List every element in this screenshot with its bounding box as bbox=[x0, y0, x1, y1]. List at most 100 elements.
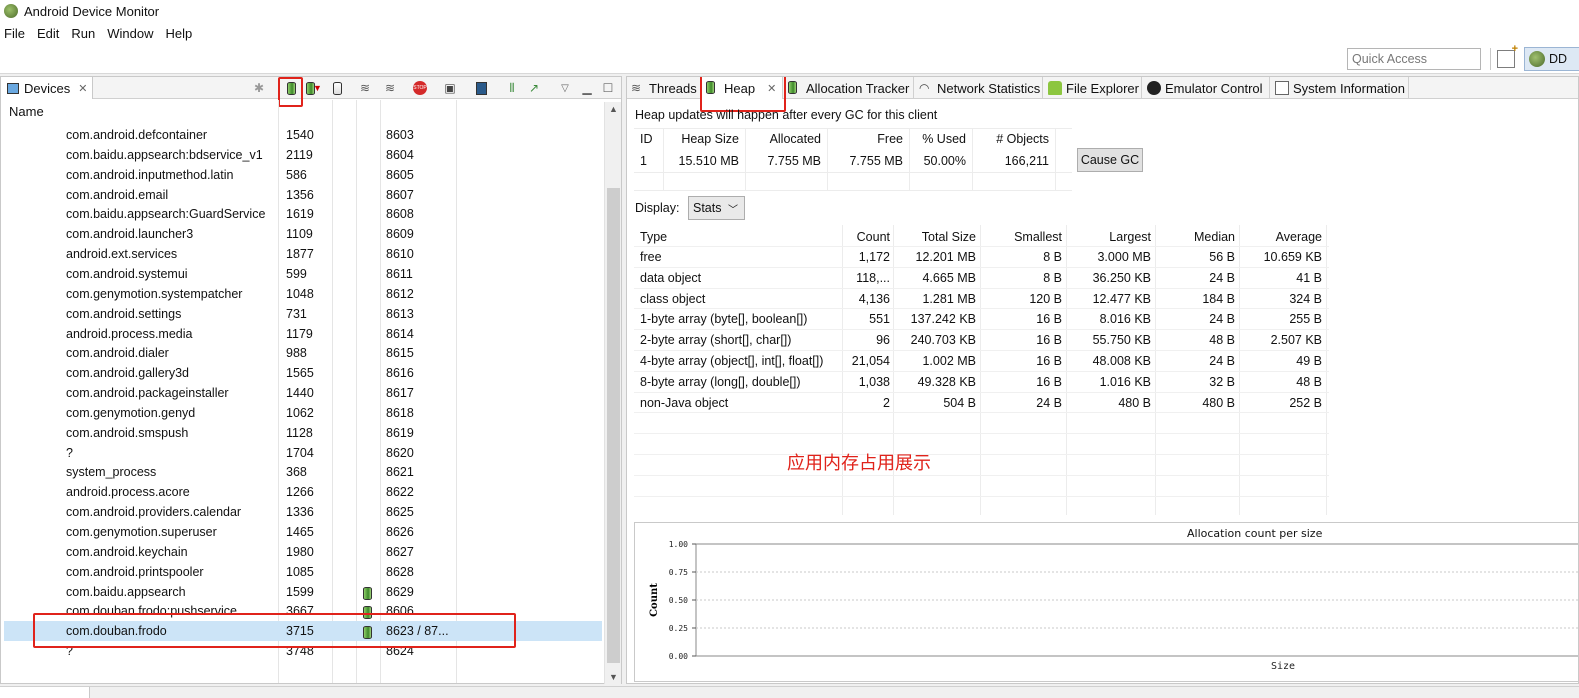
device-row[interactable]: com.android.systemui 599 8611 bbox=[4, 264, 602, 284]
device-process-port: 8627 bbox=[386, 544, 414, 559]
device-process-name: com.baidu.appsearch:GuardService bbox=[66, 207, 266, 222]
tab-network-statistics[interactable]: ◠ Network Statistics bbox=[915, 77, 1043, 99]
device-row[interactable]: com.genymotion.superuser 1465 8626 bbox=[4, 522, 602, 542]
scroll-up-icon[interactable]: ▲ bbox=[609, 104, 618, 114]
opengl-trace-icon[interactable]: ↗ bbox=[526, 80, 542, 96]
device-row[interactable]: com.baidu.appsearch:bdservice_v1 2119 8604 bbox=[4, 145, 602, 165]
device-row[interactable]: android.process.media 1179 8614 bbox=[4, 324, 602, 344]
tab-emulator-control[interactable]: Emulator Control bbox=[1143, 77, 1270, 99]
scrollbar-thumb[interactable] bbox=[607, 188, 620, 663]
maximize-icon[interactable]: ☐ bbox=[600, 80, 616, 96]
stats-row[interactable]: non-Java object 2 504 B 24 B 480 B 480 B 252 B bbox=[634, 392, 1329, 413]
stats-col-largest[interactable]: Largest bbox=[1109, 230, 1151, 244]
stats-total-size: 1.002 MB bbox=[922, 354, 976, 368]
device-process-port: 8604 bbox=[386, 147, 414, 162]
selected-app-highlight bbox=[33, 613, 516, 648]
ddms-perspective-button[interactable]: DD bbox=[1524, 47, 1579, 71]
device-row[interactable]: com.genymotion.genyd 1062 8618 bbox=[4, 403, 602, 423]
open-perspective-icon[interactable] bbox=[1497, 43, 1518, 68]
device-row[interactable]: com.baidu.appsearch:GuardService 1619 8608 bbox=[4, 204, 602, 224]
device-row[interactable]: com.android.packageinstaller 1440 8617 bbox=[4, 383, 602, 403]
device-process-port: 8613 bbox=[386, 306, 414, 321]
tab-system-information[interactable]: System Information bbox=[1271, 77, 1409, 99]
systrace-icon[interactable]: ⫴ bbox=[504, 80, 520, 96]
tab-allocation-tracker[interactable]: Allocation Tracker bbox=[784, 77, 914, 99]
stats-total-size: 49.328 KB bbox=[917, 374, 976, 389]
scroll-down-icon[interactable]: ▼ bbox=[609, 672, 618, 682]
device-row[interactable]: com.android.defcontainer 1540 8603 bbox=[4, 125, 602, 145]
stats-col-median[interactable]: Median bbox=[1194, 230, 1235, 244]
stats-grid-line bbox=[634, 433, 1329, 435]
column-name[interactable]: Name bbox=[9, 104, 44, 119]
menu-help[interactable]: Help bbox=[165, 26, 192, 41]
device-process-name: android.process.acore bbox=[66, 485, 190, 500]
dump-view-hierarchy-icon[interactable] bbox=[473, 80, 489, 96]
stats-grid-line bbox=[634, 474, 1329, 476]
close-icon[interactable]: ✕ bbox=[78, 82, 87, 95]
display-select[interactable]: Stats ﹀ bbox=[688, 196, 745, 220]
device-row[interactable]: ? 1704 8620 bbox=[4, 443, 602, 463]
device-row[interactable]: com.android.inputmethod.latin 586 8605 bbox=[4, 165, 602, 185]
device-row[interactable]: com.android.keychain 1980 8627 bbox=[4, 542, 602, 562]
device-row[interactable]: com.android.providers.calendar 1336 8625 bbox=[4, 502, 602, 522]
cause-gc-icon[interactable] bbox=[329, 80, 345, 96]
device-process-pid: 1179 bbox=[286, 326, 313, 341]
debug-icon[interactable]: ✱ bbox=[251, 80, 267, 96]
device-row[interactable]: com.android.launcher3 1109 8609 bbox=[4, 224, 602, 244]
tab-devices[interactable]: Devices ✕ bbox=[1, 77, 93, 99]
device-row[interactable]: android.process.acore 1266 8622 bbox=[4, 482, 602, 502]
main-toolbar: Quick Access DD bbox=[0, 43, 1579, 74]
stats-row[interactable]: data object 118,... 4.665 MB 8 B 36.250 KB 24… bbox=[634, 267, 1329, 288]
device-process-pid: 2119 bbox=[286, 147, 313, 162]
menu-edit[interactable]: Edit bbox=[37, 26, 59, 41]
device-row[interactable]: com.baidu.appsearch 1599 8629 bbox=[4, 582, 602, 602]
device-process-name: com.android.smspush bbox=[66, 425, 189, 440]
stats-grid-line bbox=[634, 412, 1329, 414]
quick-access-input[interactable]: Quick Access bbox=[1347, 48, 1481, 70]
stats-type: 2-byte array (short[], char[]) bbox=[640, 333, 792, 348]
stats-row[interactable]: 1-byte array (byte[], boolean[]) 551 137.2… bbox=[634, 308, 1329, 329]
allocation-tracker-icon bbox=[788, 81, 802, 95]
menu-window[interactable]: Window bbox=[107, 26, 153, 41]
dump-hprof-icon[interactable]: ▼ bbox=[306, 80, 322, 96]
toolbar-separator bbox=[1490, 48, 1491, 70]
screen-capture-icon[interactable]: ▣ bbox=[442, 80, 458, 96]
device-row[interactable]: com.genymotion.systempatcher 1048 8612 bbox=[4, 284, 602, 304]
menu-run[interactable]: Run bbox=[71, 26, 95, 41]
stats-row[interactable]: free 1,172 12.201 MB 8 B 3.000 MB 56 B 10.659 … bbox=[634, 246, 1329, 267]
update-threads-icon[interactable]: ≋ bbox=[357, 80, 373, 96]
device-row[interactable]: com.android.smspush 1128 8619 bbox=[4, 423, 602, 443]
stats-smallest: 8 B bbox=[1043, 250, 1062, 264]
device-row[interactable]: system_process 368 8621 bbox=[4, 462, 602, 482]
device-process-pid: 1336 bbox=[286, 505, 314, 520]
tab-file-explorer[interactable]: File Explorer bbox=[1044, 77, 1142, 99]
stats-row[interactable]: 2-byte array (short[], char[]) 96 240.703 … bbox=[634, 329, 1329, 350]
stats-grid-line bbox=[634, 495, 1329, 497]
view-menu-icon[interactable]: ▽ bbox=[557, 80, 573, 96]
device-process-pid: 1062 bbox=[286, 405, 314, 420]
device-row[interactable]: android.ext.services 1877 8610 bbox=[4, 244, 602, 264]
stats-col-total-size[interactable]: Total Size bbox=[922, 230, 976, 244]
system-info-icon bbox=[1275, 81, 1289, 95]
bottom-tab[interactable] bbox=[0, 687, 90, 698]
stats-type: class object bbox=[640, 291, 706, 306]
tab-threads[interactable]: ≋ Threads bbox=[627, 77, 701, 99]
device-row[interactable]: com.android.email 1356 8607 bbox=[4, 185, 602, 205]
stop-process-icon[interactable]: STOP bbox=[412, 80, 428, 96]
stats-col-type[interactable]: Type bbox=[640, 230, 667, 244]
start-method-profiling-icon[interactable]: ≋ bbox=[382, 80, 398, 96]
devices-scrollbar[interactable]: ▲ ▼ bbox=[604, 102, 621, 684]
device-row[interactable]: com.android.dialer 988 8615 bbox=[4, 343, 602, 363]
stats-col-count[interactable]: Count bbox=[857, 230, 890, 244]
device-row[interactable]: com.android.printspooler 1085 8628 bbox=[4, 562, 602, 582]
stats-row[interactable]: 4-byte array (object[], int[], float[]) 2… bbox=[634, 350, 1329, 371]
stats-col-average[interactable]: Average bbox=[1276, 230, 1322, 244]
device-row[interactable]: com.android.settings 731 8613 bbox=[4, 304, 602, 324]
stats-row[interactable]: 8-byte array (long[], double[]) 1,038 49.3… bbox=[634, 371, 1329, 392]
minimize-icon[interactable]: ▁ bbox=[579, 80, 595, 96]
stats-row[interactable]: class object 4,136 1.281 MB 120 B 12.477 KB 1… bbox=[634, 288, 1329, 309]
stats-col-smallest[interactable]: Smallest bbox=[1014, 230, 1062, 244]
device-row[interactable]: com.android.gallery3d 1565 8616 bbox=[4, 363, 602, 383]
cause-gc-button[interactable]: Cause GC bbox=[1077, 148, 1143, 172]
menu-file[interactable]: File bbox=[4, 26, 25, 41]
